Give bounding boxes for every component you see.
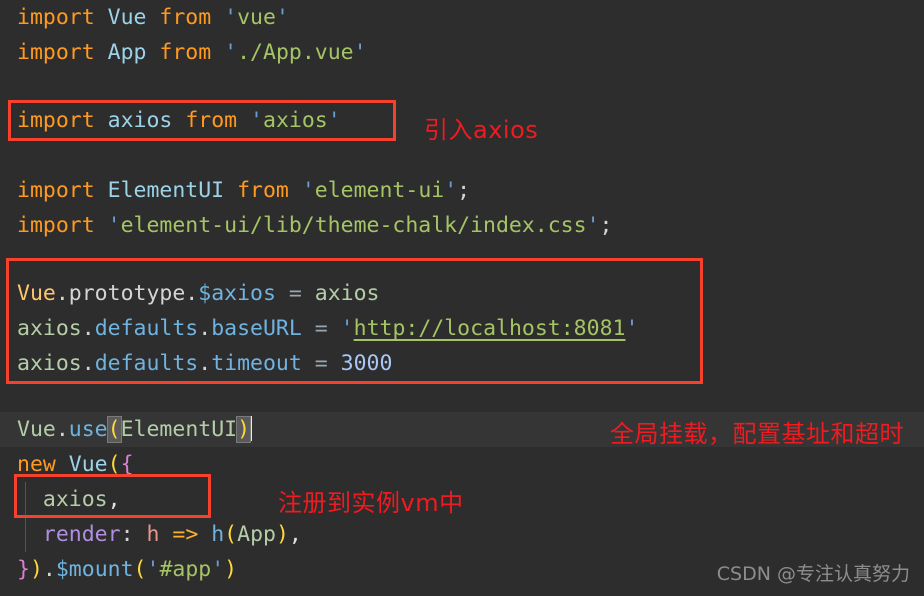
comma: , [288,522,302,547]
dot: . [185,281,199,306]
quote-close: ' [211,557,225,582]
paren-open: ( [133,557,147,582]
dot: . [55,417,69,442]
string-module-app: ./App.vue [237,40,354,65]
object-axios: axios [17,316,82,341]
semicolon: ; [599,213,613,238]
object-vue: Vue [17,417,56,442]
quote-close: ' [327,108,341,133]
dot: . [198,316,212,341]
value-axios: axios [314,281,380,306]
quote-close: ' [353,40,367,65]
annot-import-axios: 引入axios [424,116,539,144]
paren-open: ( [107,452,121,477]
code-line-7[interactable]: axios.defaults.baseURL = 'http://localho… [0,311,924,346]
brace-open: { [120,452,134,477]
arrow-function-operator: => [172,522,199,547]
dot: . [198,351,212,376]
number-timeout-value: 3000 [340,351,393,376]
argument-elementui: ElementUI [120,417,238,442]
code-line-8[interactable]: axios.defaults.timeout = 3000 [0,346,924,381]
dot: . [81,351,95,376]
code-line-6[interactable]: Vue.prototype.$axios = axios [0,276,924,311]
paren-close: ) [29,557,43,582]
property-baseurl: baseURL [211,316,302,341]
quote-close: ' [444,178,458,203]
quote-open: ' [340,316,354,341]
string-module-axios: axios [263,108,328,133]
code-editor[interactable]: import Vue from 'vue' import App from '.… [0,0,924,596]
operator-assign: = [314,351,328,376]
colon: : [120,522,134,547]
paren-close: ) [275,522,289,547]
string-module-element-ui: element-ui [314,178,445,203]
property-prototype: prototype [68,281,186,306]
property-defaults: defaults [94,351,199,376]
string-module-theme-chalk: element-ui/lib/theme-chalk/index.css [120,213,587,238]
text-cursor [250,416,253,441]
csdn-watermark: CSDN @专注认真努力 [716,563,910,585]
keyword-import: import [17,5,95,30]
paren-open: ( [224,522,238,547]
identifier-axios: axios [107,108,173,133]
quote-close: ' [586,213,600,238]
key-render: render [42,522,121,547]
property-axios-registration: axios [42,487,108,512]
object-axios: axios [17,351,82,376]
string-base-url[interactable]: http://localhost:8081 [354,316,626,341]
keyword-from: from [237,178,289,203]
quote-open: ' [250,108,263,133]
semicolon: ; [457,178,471,203]
param-h: h [146,522,160,547]
keyword-import: import [17,108,95,133]
identifier-elementui: ElementUI [107,178,225,203]
paren-close: ) [224,557,238,582]
property-defaults: defaults [94,316,199,341]
keyword-import: import [17,40,95,65]
quote-open: ' [301,178,315,203]
string-module-vue: vue [237,5,276,30]
code-line-2[interactable]: import App from './App.vue' [0,35,924,70]
keyword-import: import [17,178,95,203]
dot: . [81,316,95,341]
class-ref-vue: Vue [17,281,56,306]
quote-close: ' [625,316,639,341]
code-line-4[interactable]: import ElementUI from 'element-ui'; [0,173,924,208]
quote-open: ' [224,5,238,30]
keyword-import: import [17,213,95,238]
keyword-new: new [17,452,56,477]
string-app-selector: #app [159,557,212,582]
code-line-10[interactable]: new Vue({ [0,447,924,482]
property-timeout: timeout [211,351,302,376]
keyword-from: from [159,5,212,30]
method-mount: $mount [55,557,134,582]
annot-global-mount: 全局挂载，配置基址和超时 [610,420,904,448]
dot: . [42,557,56,582]
quote-open: ' [107,213,121,238]
quote-open: ' [146,557,160,582]
member-dollar-axios: $axios [198,281,276,306]
argument-app: App [237,522,276,547]
bracket-open-highlight: ( [106,416,122,443]
brace-close: } [17,557,30,582]
code-line-12[interactable]: render: h => h(App), [0,517,924,552]
keyword-from: from [159,40,212,65]
quote-close: ' [275,5,289,30]
bracket-close-highlight: ) [236,416,252,443]
operator-assign: = [314,316,328,341]
code-line-5[interactable]: import 'element-ui/lib/theme-chalk/index… [0,208,924,243]
function-h: h [211,522,225,547]
identifier-vue: Vue [107,5,147,30]
quote-open: ' [224,40,238,65]
method-use: use [68,417,108,442]
keyword-from: from [185,108,238,133]
code-line-1[interactable]: import Vue from 'vue' [0,0,924,35]
annot-register-vm: 注册到实例vm中 [278,489,464,517]
identifier-app: App [107,40,147,65]
dot: . [55,281,69,306]
comma: , [107,487,121,512]
operator-assign: = [288,281,302,306]
constructor-vue: Vue [68,452,108,477]
